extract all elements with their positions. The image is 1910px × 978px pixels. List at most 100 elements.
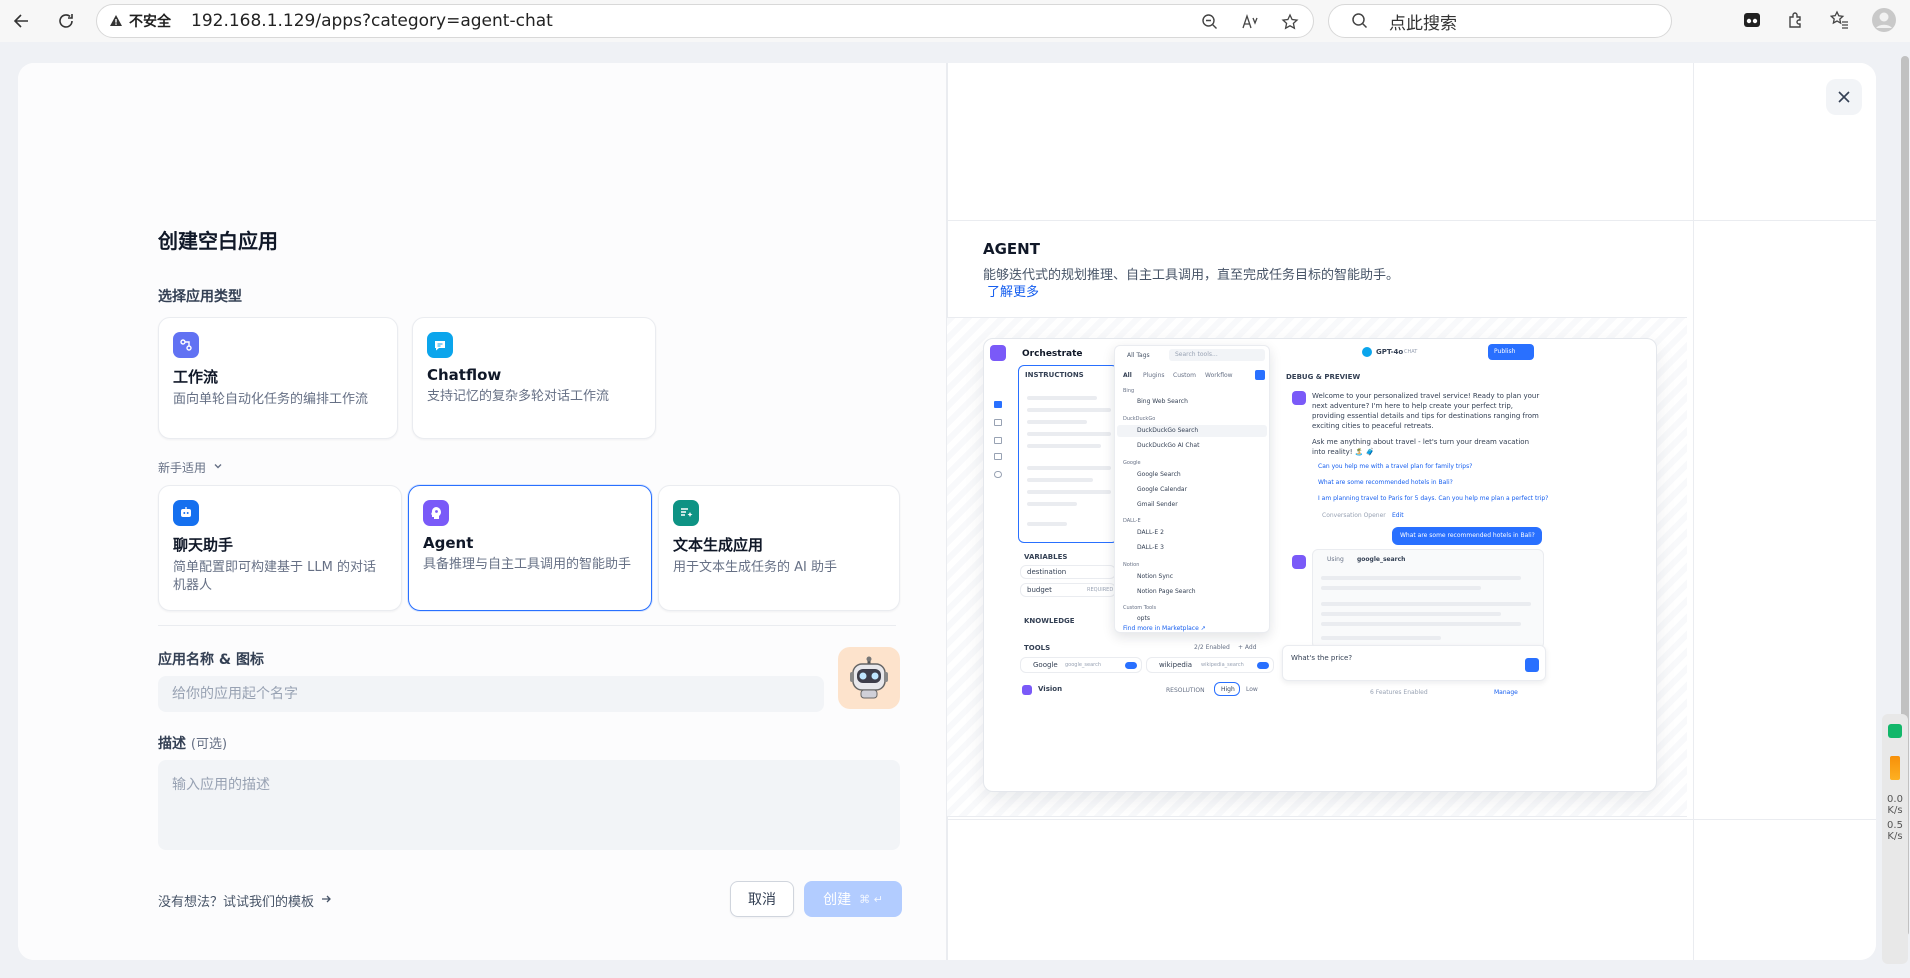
pv-tab: All bbox=[1123, 372, 1132, 379]
pv-var1: destination bbox=[1027, 568, 1067, 576]
pv-line bbox=[1027, 522, 1067, 526]
preview-image-area: Orchestrate INSTRUCTIONS VARIABLES desti… bbox=[947, 317, 1687, 817]
zoom-out-icon[interactable] bbox=[1197, 9, 1223, 35]
card-desc: 面向单轮自动化任务的编排工作流 bbox=[173, 392, 369, 407]
app-type-card-text-generator[interactable]: 文本生成应用 用于文本生成任务的 AI 助手 bbox=[658, 485, 900, 611]
pv-var-row: budget REQUIRED bbox=[1020, 583, 1116, 597]
agent-icon bbox=[423, 500, 449, 526]
card-desc: 用于文本生成任务的 AI 助手 bbox=[673, 560, 837, 575]
favorite-star-icon[interactable] bbox=[1277, 9, 1303, 35]
pv-suggest: I am planning travel to Paris for 5 days… bbox=[1318, 495, 1549, 502]
pv-tools-enabled: 2/2 Enabled bbox=[1194, 644, 1230, 651]
pv-group: DALL-E bbox=[1123, 518, 1141, 524]
pv-line bbox=[1027, 466, 1111, 470]
pv-group: Bing bbox=[1123, 388, 1135, 394]
preview-type-title: AGENT bbox=[983, 240, 1040, 258]
pv-vision: Vision bbox=[1038, 685, 1063, 693]
app-icon-picker[interactable] bbox=[838, 647, 900, 709]
pv-res-low: Low bbox=[1246, 686, 1258, 693]
app-type-card-chat-assistant[interactable]: 聊天助手 简单配置即可构建基于 LLM 的对话机器人 bbox=[158, 485, 402, 611]
pv-model: GPT-4o bbox=[1376, 348, 1404, 356]
pv-publish-button: Publish bbox=[1488, 344, 1534, 360]
pv-tools-label: TOOLS bbox=[1024, 644, 1051, 652]
pv-all-tags: All Tags bbox=[1127, 352, 1150, 359]
app-type-card-chatflow[interactable]: Chatflow 支持记忆的复杂多轮对话工作流 bbox=[412, 317, 656, 439]
refresh-icon[interactable] bbox=[52, 7, 80, 35]
favorites-list-icon[interactable] bbox=[1826, 6, 1854, 34]
pv-instructions-label: INSTRUCTIONS bbox=[1025, 371, 1084, 379]
pv-tool2-id: wikipedia_search bbox=[1201, 662, 1244, 668]
create-app-modal: 创建空白应用 选择应用类型 工作流 面向单轮自动化任务的编排工作流 Chatfl… bbox=[18, 63, 1876, 960]
pv-res-high: High bbox=[1214, 682, 1240, 696]
pv-group: Custom Tools bbox=[1123, 605, 1157, 611]
app-logo-icon bbox=[990, 345, 1006, 361]
app-name-label: 应用名称 & 图标 bbox=[158, 652, 264, 668]
security-indicator[interactable]: 不安全 bbox=[109, 11, 171, 31]
pv-tool-item: Notion Page Search bbox=[1137, 588, 1196, 595]
pv-manage: Manage bbox=[1494, 689, 1518, 696]
pv-line bbox=[1027, 408, 1111, 412]
create-shortcut: ⌘ ↵ bbox=[859, 892, 883, 906]
pv-var2-tag: REQUIRED bbox=[1087, 587, 1114, 593]
beginner-toggle[interactable]: 新手适用 bbox=[158, 459, 224, 476]
speed-up-unit: K/s bbox=[1887, 831, 1903, 842]
pv-var-row: destination bbox=[1020, 565, 1116, 579]
description-textarea[interactable] bbox=[158, 760, 900, 850]
card-title: 文本生成应用 bbox=[673, 536, 764, 554]
back-icon[interactable] bbox=[8, 7, 36, 35]
pv-tool1: Google bbox=[1033, 661, 1058, 669]
speed-up-value: 0.5 bbox=[1887, 820, 1903, 831]
app-type-card-workflow[interactable]: 工作流 面向单轮自动化任务的编排工作流 bbox=[158, 317, 398, 439]
search-placeholder: 点此搜索 bbox=[1389, 13, 1457, 34]
read-aloud-icon[interactable] bbox=[1237, 9, 1263, 35]
chatflow-icon bbox=[427, 332, 453, 358]
try-templates-link[interactable]: 没有想法？试试我们的模板 bbox=[158, 891, 332, 910]
vision-icon bbox=[1022, 685, 1032, 695]
pv-tool-item: DALL-E 3 bbox=[1137, 544, 1164, 551]
grid-line bbox=[947, 819, 1876, 820]
optional-tag: (可选) bbox=[190, 737, 228, 752]
card-title: Agent bbox=[423, 534, 474, 552]
pv-chat-input: What's the price? bbox=[1282, 645, 1546, 681]
pv-line bbox=[1027, 432, 1111, 436]
pv-suggest: What are some recommended hotels in Bali… bbox=[1318, 479, 1453, 486]
pv-group: Google bbox=[1123, 460, 1141, 466]
pv-tool-google: Google google_search bbox=[1020, 657, 1142, 673]
card-title: 聊天助手 bbox=[173, 536, 234, 554]
cancel-button[interactable]: 取消 bbox=[730, 881, 794, 917]
extension-app-icon[interactable] bbox=[1738, 6, 1766, 34]
speed-down-unit: K/s bbox=[1887, 805, 1903, 816]
pv-group: Notion bbox=[1123, 562, 1140, 568]
learn-more-link[interactable]: 了解更多 bbox=[987, 281, 1039, 300]
pv-line bbox=[1321, 612, 1501, 616]
app-name-input[interactable] bbox=[158, 676, 824, 712]
pv-resolution: RESOLUTION bbox=[1166, 687, 1205, 694]
pv-features: 6 Features Enabled bbox=[1370, 689, 1428, 696]
card-title: 工作流 bbox=[173, 368, 219, 386]
pv-tools-add: + Add bbox=[1238, 644, 1257, 651]
pv-knowledge-label: KNOWLEDGE bbox=[1024, 617, 1075, 625]
pv-line bbox=[1027, 502, 1077, 506]
address-bar[interactable]: 不安全 192.168.1.129/apps?category=agent-ch… bbox=[96, 4, 1314, 38]
toggle-on-icon bbox=[1125, 662, 1137, 669]
app-type-card-agent[interactable]: Agent 具备推理与自主工具调用的智能助手 bbox=[408, 485, 652, 611]
pv-rail-icon bbox=[994, 401, 1002, 408]
profile-avatar-icon[interactable] bbox=[1870, 6, 1898, 34]
pv-marketplace-link: Find more in Marketplace ↗ bbox=[1123, 625, 1206, 632]
pv-line bbox=[1321, 576, 1521, 580]
url-text[interactable]: 192.168.1.129/apps?category=agent-chat bbox=[191, 11, 553, 31]
create-button[interactable]: 创建 ⌘ ↵ bbox=[804, 881, 902, 917]
card-desc: 简单配置即可构建基于 LLM 的对话机器人 bbox=[173, 560, 376, 593]
close-button[interactable] bbox=[1826, 79, 1862, 115]
pv-variables-label: VARIABLES bbox=[1024, 553, 1068, 561]
shield-check-icon bbox=[1888, 724, 1902, 738]
pv-line bbox=[1027, 396, 1097, 400]
type-preview-panel: AGENT 能够迭代式的规划推理、自主工具调用，直至完成任务目标的智能助手。 了… bbox=[946, 63, 1876, 960]
extensions-puzzle-icon[interactable] bbox=[1782, 6, 1810, 34]
pv-search-placeholder: Search tools... bbox=[1175, 351, 1218, 358]
create-label: 创建 bbox=[823, 892, 852, 908]
create-form-panel: 创建空白应用 选择应用类型 工作流 面向单轮自动化任务的编排工作流 Chatfl… bbox=[18, 63, 946, 960]
browser-search-bar[interactable]: 点此搜索 bbox=[1328, 4, 1672, 38]
pv-tool-item: opts bbox=[1137, 615, 1150, 622]
pv-user-msg: What are some recommended hotels in Bali… bbox=[1400, 532, 1535, 539]
